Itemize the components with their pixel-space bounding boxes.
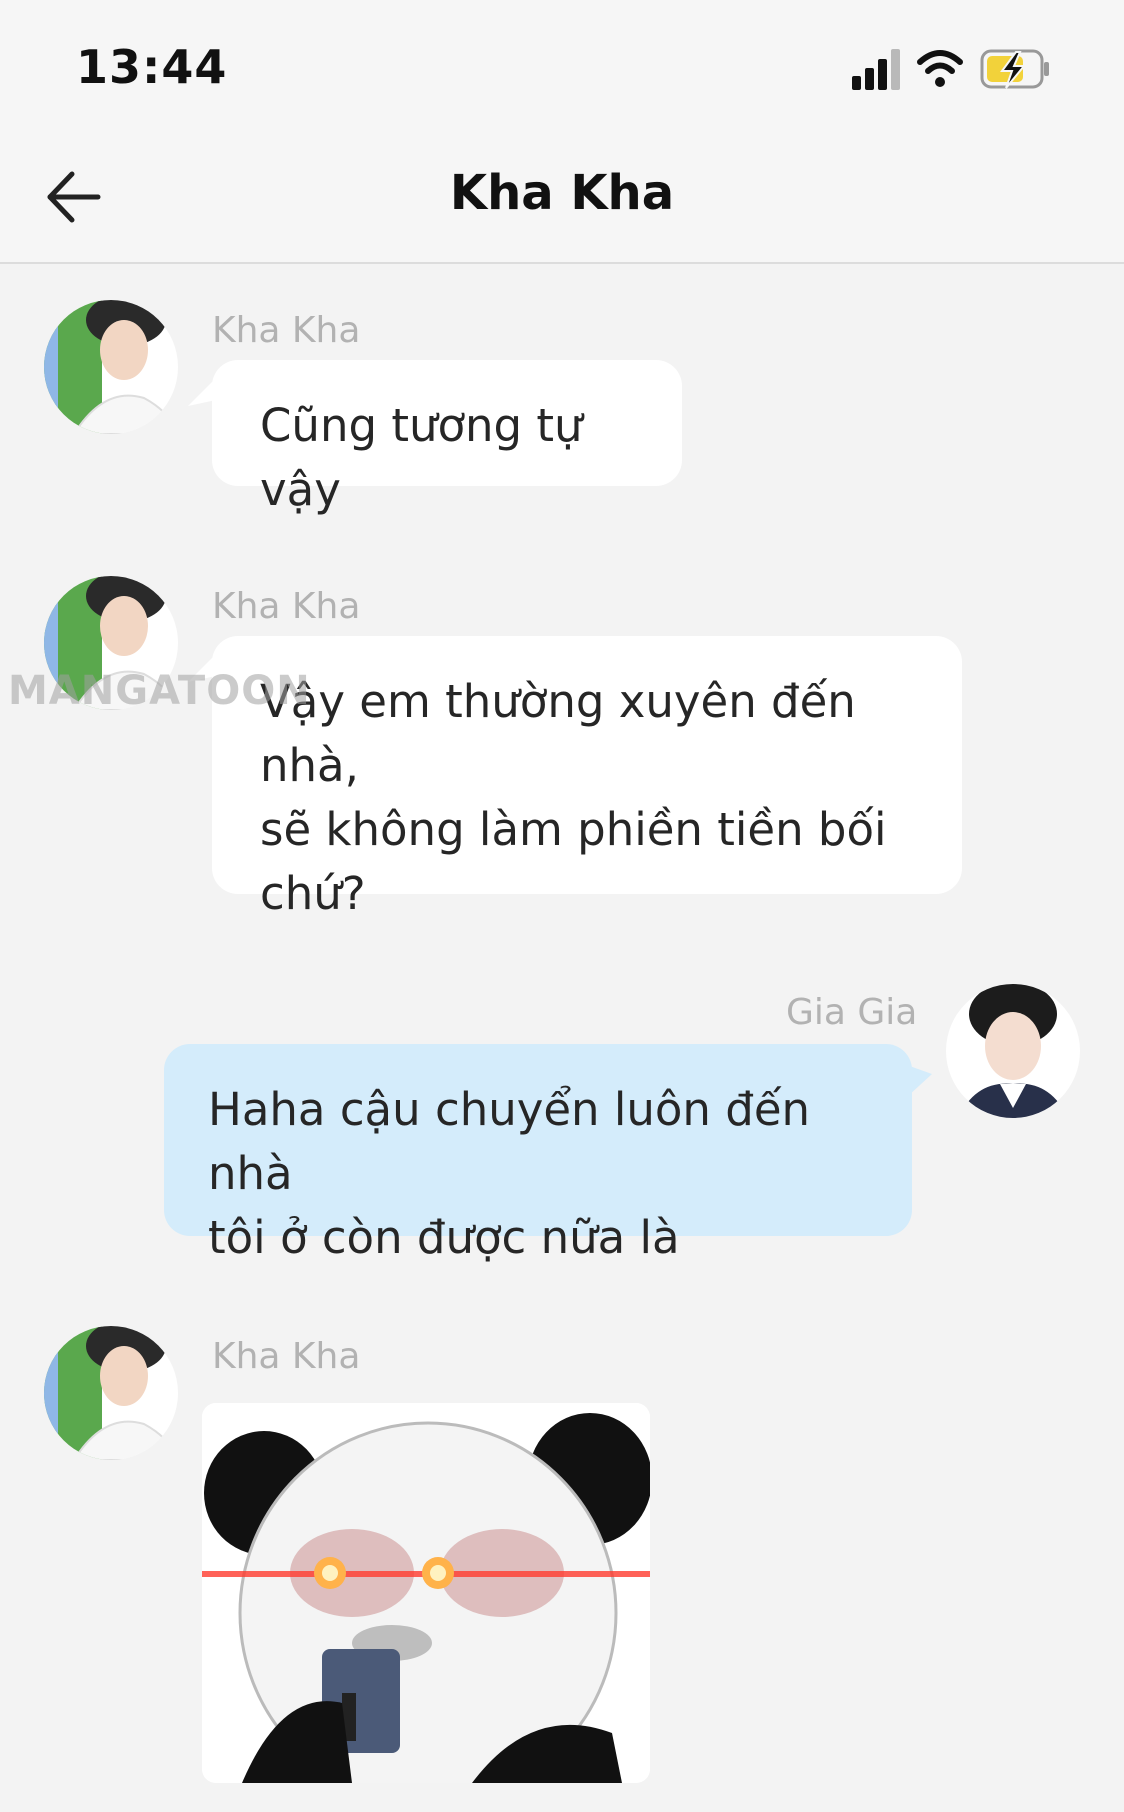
avatar-kha-kha[interactable] (44, 300, 178, 434)
message-bubble-incoming[interactable]: Cũng tương tự vậy (212, 360, 682, 516)
sender-name: Kha Kha (212, 1336, 361, 1377)
wifi-icon (917, 50, 963, 87)
top-bar: 13:44 Kha Kha (0, 0, 1124, 264)
avatar-kha-kha[interactable] (44, 1326, 178, 1460)
avatar-gia-gia[interactable] (946, 984, 1080, 1118)
message-bubble-outgoing[interactable]: Haha cậu chuyển luôn đến nhà tôi ở còn đ… (164, 1044, 912, 1264)
sender-name: Kha Kha (212, 586, 361, 627)
watermark-logo: MANGATOON (8, 668, 311, 714)
panda-laser-eyes-sticker[interactable] (202, 1403, 650, 1783)
sender-name: Gia Gia (786, 992, 918, 1033)
message-text: chứ? (260, 867, 366, 920)
message-text: tôi ở còn được nữa là (208, 1211, 680, 1264)
status-icons (852, 49, 1049, 90)
message-text: sẽ không làm phiền tiền bối (260, 803, 887, 856)
sender-name: Kha Kha (212, 310, 361, 351)
chat-title: Kha Kha (449, 165, 675, 221)
signal-icon (852, 49, 900, 90)
battery-charging-icon (980, 49, 1049, 89)
message-text: Cũng tương tự vậy (260, 399, 583, 516)
message-text: Vậy em thường xuyên đến nhà, (260, 675, 856, 792)
message-bubble-incoming[interactable]: Vậy em thường xuyên đến nhà, sẽ không là… (212, 636, 962, 920)
status-time: 13:44 (76, 40, 228, 94)
message-text: Haha cậu chuyển luôn đến nhà (208, 1083, 811, 1200)
